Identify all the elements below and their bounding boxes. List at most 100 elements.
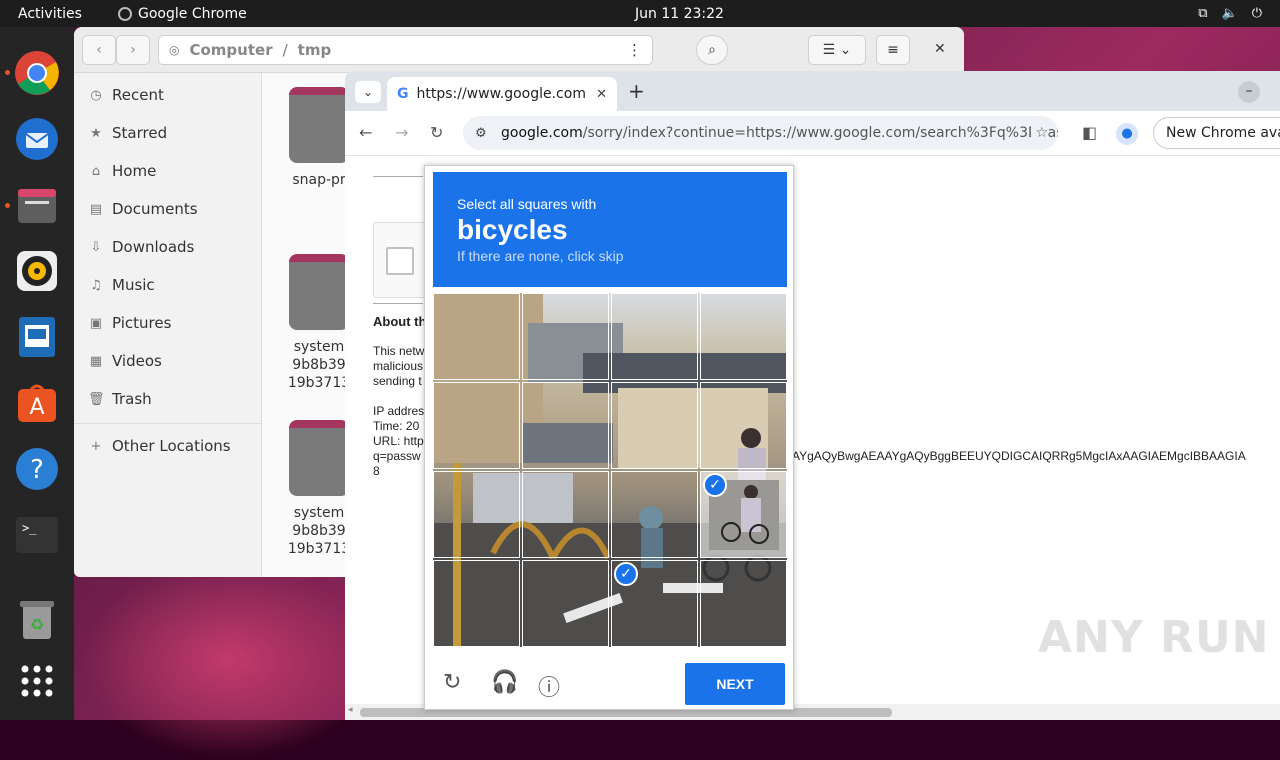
sidebar-item-label: Starred (112, 124, 168, 142)
system-tray[interactable]: ⧉ 🔈 ⏻ (1198, 6, 1262, 21)
grid-cell[interactable] (522, 471, 609, 558)
address-bar[interactable]: ⚙ google.com/sorry/index?continue=https:… (463, 116, 1058, 150)
recaptcha-challenge: Select all squares with bicycles If ther… (424, 165, 794, 710)
tab-search-icon[interactable]: ⌄ (355, 81, 381, 103)
folder-icon (289, 254, 349, 330)
url-text: URL: http (373, 434, 424, 448)
sidebar-item-music[interactable]: ♫ Music (88, 276, 155, 294)
sidebar-item-label: Downloads (112, 238, 195, 256)
new-tab-icon[interactable]: + (628, 79, 645, 103)
grid-cell[interactable] (522, 560, 609, 647)
files-header: ‹ › ◎ Computer / tmp ⋮ ⌕ ☰ ⌄ ≡ ✕ (74, 27, 964, 73)
sidebar-item-trash[interactable]: 🗑 Trash (88, 390, 152, 408)
activities-button[interactable]: Activities (18, 6, 82, 22)
url-host: google.com (501, 125, 583, 141)
clock-icon: ◷ (90, 87, 102, 103)
more-vert-icon[interactable]: ⋮ (627, 41, 642, 59)
close-tab-icon[interactable]: ✕ (596, 87, 607, 102)
scroll-left-icon[interactable]: ◂ (348, 705, 353, 715)
body-text: sending t (373, 374, 422, 388)
bookmark-star-icon[interactable]: ☆ (1031, 125, 1048, 141)
anyrun-watermark: ANY RUN (1038, 612, 1270, 663)
sidebar-item-documents[interactable]: ▤ Documents (88, 200, 198, 218)
thunderbird-dock-icon[interactable] (13, 115, 61, 163)
checkmark-icon: ✓ (614, 562, 638, 586)
grid-cell[interactable] (433, 560, 520, 647)
plus-icon: + (90, 438, 102, 454)
grid-cell[interactable] (700, 382, 787, 469)
sidebar-item-home[interactable]: ⌂ Home (88, 162, 156, 180)
grid-cell[interactable] (522, 382, 609, 469)
search-button[interactable]: ⌕ (696, 35, 728, 65)
sidebar-item-label: Recent (112, 86, 164, 104)
recaptcha-checkbox[interactable] (386, 247, 414, 275)
sidebar-item-videos[interactable]: ▦ Videos (88, 352, 162, 370)
view-toggle-button[interactable]: ☰ ⌄ (808, 35, 866, 65)
sidebar-item-downloads[interactable]: ⇩ Downloads (88, 238, 195, 256)
grid-cell[interactable] (611, 382, 698, 469)
info-icon[interactable]: ⓘ (538, 670, 560, 702)
terminal-dock-icon[interactable]: >_ (13, 511, 61, 559)
computer-icon: ◎ (169, 43, 180, 57)
close-icon[interactable]: ✕ (934, 41, 946, 57)
challenge-image-grid: ✓ ✓ (433, 293, 787, 647)
help-dock-icon[interactable]: ? (13, 445, 61, 493)
top-bar: Activities Google Chrome Jun 11 23:22 ⧉ … (0, 0, 1280, 27)
audio-challenge-icon[interactable]: 🎧 (491, 670, 518, 695)
minimize-icon[interactable]: – (1238, 81, 1260, 103)
url-text: q=passw (373, 449, 421, 463)
back-button[interactable]: ‹ (82, 35, 116, 65)
download-icon: ⇩ (90, 239, 102, 255)
url-path: /sorry/index?continue=https://www.google… (582, 125, 1058, 141)
home-icon: ⌂ (91, 163, 101, 179)
hamburger-icon: ≡ (887, 42, 899, 58)
picture-icon: ▣ (89, 315, 103, 331)
dock: A ? >_ ♻ (0, 27, 74, 720)
back-arrow-icon[interactable]: ← (359, 123, 372, 142)
grid-cell[interactable] (433, 382, 520, 469)
reload-challenge-icon[interactable]: ↻ (443, 670, 461, 695)
list-view-icon: ☰ ⌄ (822, 42, 852, 58)
forward-arrow-icon[interactable]: → (395, 123, 408, 142)
grid-cell[interactable] (700, 560, 787, 647)
grid-cell[interactable] (433, 471, 520, 558)
grid-cell[interactable] (611, 293, 698, 380)
forward-button[interactable]: › (116, 35, 150, 65)
tab-title: https://www.google.com (416, 86, 586, 102)
clock[interactable]: Jun 11 23:22 (635, 6, 724, 22)
sidebar-item-starred[interactable]: ★ Starred (88, 124, 167, 142)
tab-google[interactable]: G https://www.google.com ✕ (387, 77, 617, 111)
running-indicator (5, 203, 10, 208)
software-dock-icon[interactable]: A (13, 379, 61, 427)
app-menu[interactable]: Google Chrome (118, 6, 247, 22)
site-info-icon[interactable]: ⚙ (475, 126, 487, 141)
new-chrome-available-button[interactable]: New Chrome ava (1153, 117, 1280, 149)
files-dock-icon[interactable] (13, 181, 61, 229)
profile-avatar-icon[interactable]: ● (1116, 123, 1138, 145)
next-button[interactable]: NEXT (685, 663, 785, 705)
path-bar[interactable]: ◎ Computer / tmp ⋮ (158, 35, 653, 65)
challenge-header: Select all squares with bicycles If ther… (433, 172, 787, 287)
show-apps-icon[interactable] (13, 657, 61, 705)
challenge-instruction: Select all squares with (457, 196, 597, 212)
running-indicator (5, 70, 10, 75)
url-text: 8 (373, 464, 380, 478)
chrome-dock-icon[interactable] (13, 49, 61, 97)
grid-cell[interactable] (522, 293, 609, 380)
grid-cell[interactable] (433, 293, 520, 380)
ip-address-text: IP addres (373, 404, 425, 418)
writer-dock-icon[interactable] (13, 313, 61, 361)
path-computer[interactable]: Computer (189, 41, 272, 59)
rhythmbox-dock-icon[interactable] (13, 247, 61, 295)
grid-cell[interactable] (700, 293, 787, 380)
sidebar-item-other-locations[interactable]: + Other Locations (88, 437, 231, 455)
trash-dock-icon[interactable]: ♻ (13, 595, 61, 643)
sidebar-item-pictures[interactable]: ▣ Pictures (88, 314, 172, 332)
menu-button[interactable]: ≡ (876, 35, 910, 65)
side-panel-icon[interactable]: ◧ (1082, 123, 1097, 142)
grid-cell[interactable] (611, 471, 698, 558)
sidebar-item-recent[interactable]: ◷ Recent (88, 86, 164, 104)
chevron-left-icon: ‹ (96, 42, 102, 58)
path-folder[interactable]: tmp (298, 41, 332, 59)
reload-icon[interactable]: ↻ (430, 123, 443, 142)
